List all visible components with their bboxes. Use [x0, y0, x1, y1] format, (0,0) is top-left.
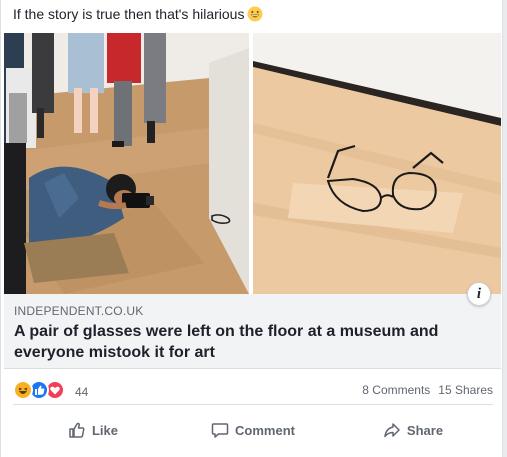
post-caption: If the story is true then that's hilario…: [13, 5, 263, 23]
feed-post: If the story is true then that's hilario…: [0, 0, 503, 457]
like-button-label: Like: [91, 422, 118, 438]
haha-reaction-icon: [13, 380, 33, 400]
comment-button-label: Comment: [235, 422, 295, 438]
share-arrow-icon: [384, 423, 400, 438]
share-button[interactable]: Share: [333, 412, 493, 448]
grinning-face-emoji-icon: [247, 6, 263, 22]
post-caption-text: If the story is true then that's hilario…: [13, 6, 245, 22]
share-button-label: Share: [406, 422, 444, 438]
link-source-domain: INDEPENDENT.CO.UK: [14, 304, 144, 318]
photo-museum-photographer[interactable]: [4, 33, 249, 294]
attached-photos[interactable]: [4, 33, 501, 294]
link-preview[interactable]: i INDEPENDENT.CO.UK A pair of glasses we…: [4, 282, 501, 369]
shares-count-link[interactable]: 15 Shares: [438, 383, 493, 397]
post-actions: Like Comment Share: [13, 412, 493, 448]
post-stats-bar: 44 8 Comments 15 Shares: [13, 377, 493, 405]
engagement-counts: 8 Comments 15 Shares: [362, 383, 493, 397]
like-button[interactable]: Like: [13, 412, 173, 448]
comments-count-link[interactable]: 8 Comments: [362, 383, 430, 397]
info-icon[interactable]: i: [467, 282, 491, 306]
reaction-count[interactable]: 44: [75, 385, 88, 399]
glasses-photo-image: [253, 33, 501, 294]
photo-glasses-on-floor[interactable]: [253, 33, 501, 294]
comment-button[interactable]: Comment: [173, 412, 333, 448]
photographer-photo-image: [4, 33, 249, 294]
comment-bubble-icon: [211, 423, 229, 438]
thumbs-up-icon: [69, 422, 85, 438]
link-headline[interactable]: A pair of glasses were left on the floor…: [14, 321, 484, 363]
